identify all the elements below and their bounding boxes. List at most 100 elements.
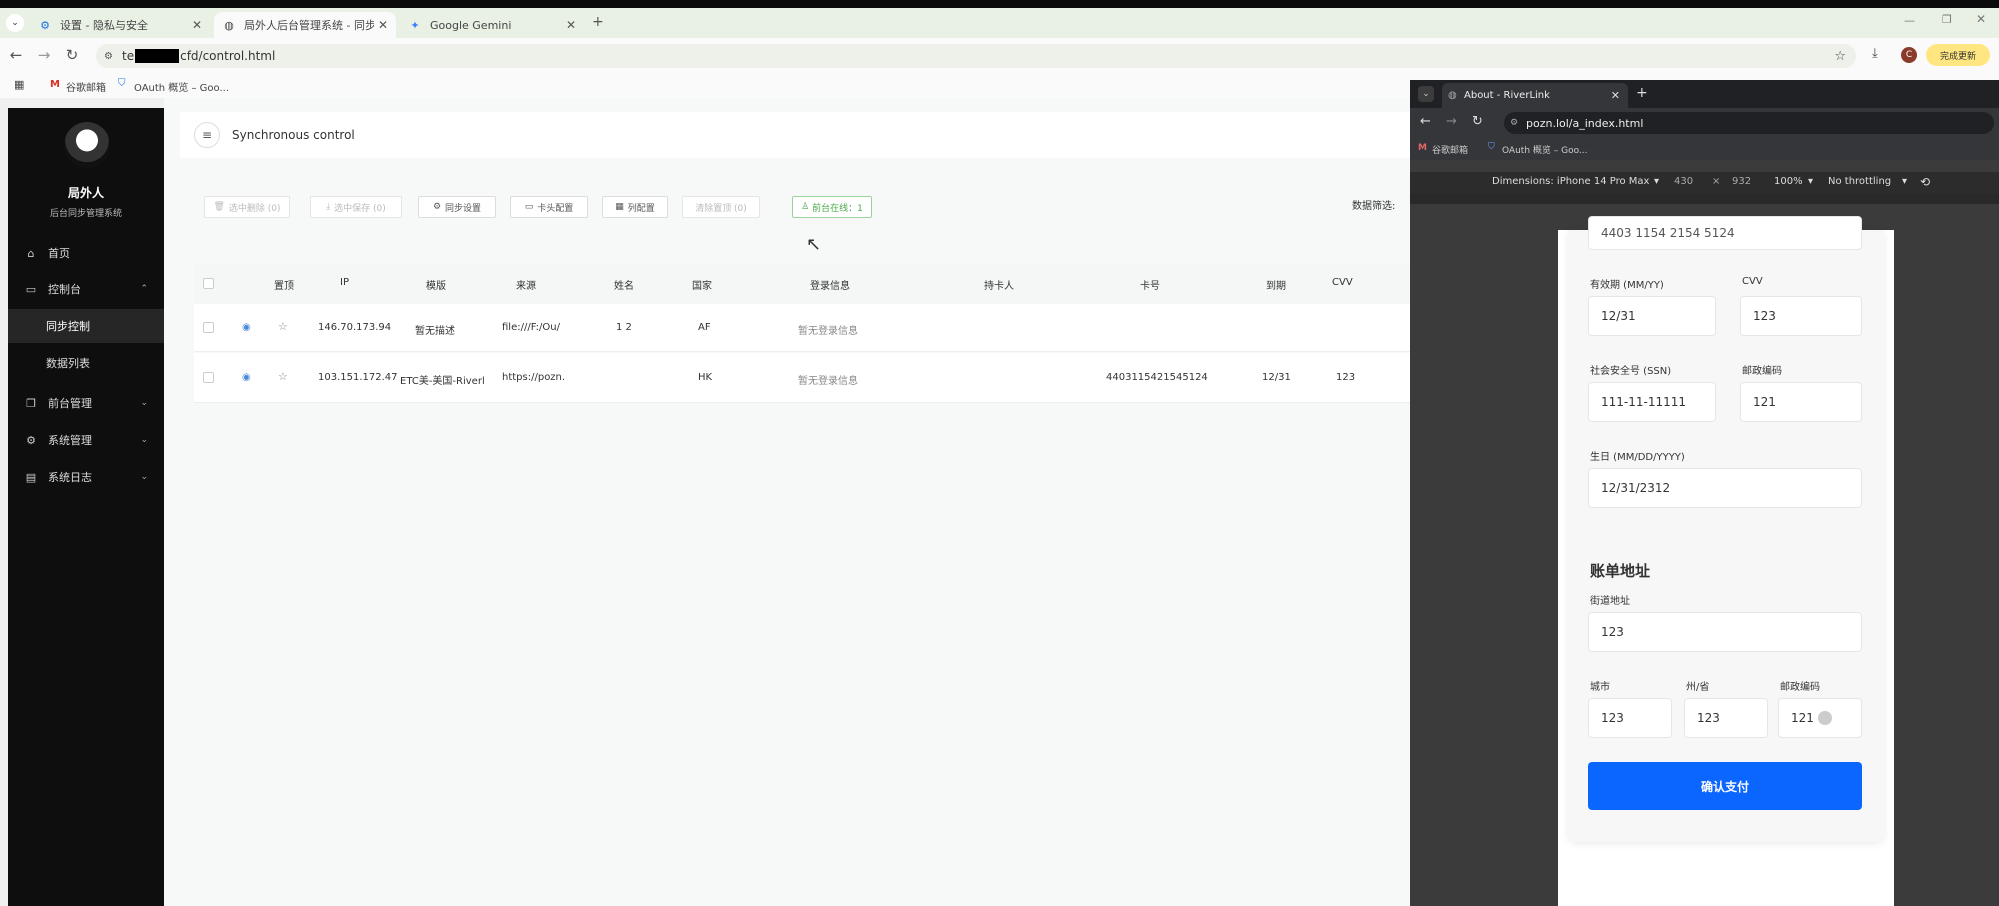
mouse-cursor: ↖ — [806, 234, 822, 255]
home-icon: ⌂ — [27, 246, 35, 260]
column-header: 姓名 — [614, 281, 634, 292]
table-row[interactable]: ◉ ☆ 146.70.173.94 暂无描述 file:///F:/Ou/ 1 … — [194, 304, 1410, 352]
sparkle-icon: ✦ — [410, 18, 420, 32]
address-bar[interactable]: ⚙ te cfd/control.html ☆ — [96, 44, 1856, 68]
tab-admin[interactable]: ◍ 局外人后台管理系统 - 同步控制 ✕ — [214, 12, 396, 38]
secondary-tab-strip: ⌄ ◍ About - RiverLink ✕ + — [1410, 80, 1999, 108]
apps-grid-icon[interactable]: ▦ — [14, 78, 24, 91]
site-info-icon[interactable]: ⚙ — [1510, 118, 1518, 128]
sidebar-item-sync-control[interactable]: 同步控制 — [8, 309, 164, 343]
tab-search-icon[interactable]: ⌄ — [6, 14, 24, 32]
cell-country: AF — [698, 322, 711, 333]
gear-icon: ⚙ — [40, 18, 50, 32]
restore-icon[interactable]: ❐ — [1942, 13, 1952, 26]
minimize-icon[interactable]: — — [1904, 14, 1915, 27]
reload-icon[interactable]: ↻ — [62, 46, 82, 64]
update-button[interactable]: 完成更新 — [1926, 44, 1990, 66]
field-label: 有效期 (MM/YY) — [1590, 280, 1664, 291]
row-checkbox[interactable] — [203, 322, 214, 333]
bookmark-item[interactable]: OAuth 概览 – Goo... — [1502, 143, 1588, 156]
confirm-payment-button[interactable]: 确认支付 — [1588, 762, 1862, 810]
back-icon[interactable]: ← — [6, 46, 26, 64]
tab-gemini[interactable]: ✦ Google Gemini ✕ — [400, 12, 584, 38]
shield-icon: ⛉ — [1488, 142, 1495, 152]
button-label: 同步设置 — [445, 203, 482, 214]
bookmark-item[interactable]: 谷歌邮箱 — [66, 79, 106, 94]
main-content: ≡ Synchronous control — [164, 98, 1410, 906]
close-icon[interactable]: ✕ — [1611, 89, 1620, 102]
close-icon[interactable]: ✕ — [192, 18, 202, 32]
state-input[interactable]: 123 — [1684, 698, 1768, 738]
width-field[interactable]: 430 — [1674, 176, 1693, 187]
input-value: 121 — [1791, 711, 1814, 725]
table-row[interactable]: ◉ ☆ 103.151.172.47 ETC美-美国-Riverl https:… — [194, 353, 1410, 403]
sidebar-item-home[interactable]: ⌂ 首页 — [8, 236, 164, 270]
new-tab-icon[interactable]: + — [592, 14, 604, 30]
tab-search-icon[interactable]: ⌄ — [1418, 86, 1434, 102]
sync-settings-button[interactable]: ⚙ 同步设置 — [418, 196, 496, 218]
height-field[interactable]: 932 — [1732, 176, 1751, 187]
star-icon[interactable]: ☆ — [278, 320, 288, 333]
secondary-browser-window: ⌄ ◍ About - RiverLink ✕ + ← → ↻ ⚙ pozn.l… — [1410, 80, 1999, 906]
url-text: pozn.lol/a_index.html — [1526, 116, 1644, 130]
sidebar-item-data-list[interactable]: 数据列表 — [8, 346, 164, 380]
expiry-input[interactable]: 12/31 — [1588, 296, 1716, 336]
tab-settings[interactable]: ⚙ 设置 - 隐私与安全 ✕ — [30, 12, 210, 38]
bookmark-item[interactable]: OAuth 概览 – Goo... — [134, 79, 229, 94]
bookmark-star-icon[interactable]: ☆ — [1834, 49, 1846, 64]
zip2-input[interactable]: 121 — [1778, 698, 1862, 738]
column-config-button[interactable]: ▦ 列配置 — [602, 196, 668, 218]
zip-input[interactable]: 121 — [1740, 382, 1862, 422]
eye-icon[interactable]: ◉ — [242, 322, 251, 333]
field-label: 州/省 — [1686, 682, 1710, 693]
close-window-icon[interactable]: ✕ — [1976, 12, 1986, 26]
site-info-icon[interactable]: ⚙ — [104, 51, 113, 62]
globe-icon: ◍ — [1448, 90, 1457, 101]
sidebar-item-logs[interactable]: ▤ 系统日志 ⌄ — [8, 460, 164, 494]
table-header: 置顶 IP 模版 来源 姓名 国家 登录信息 持卡人 卡号 到期 CVV — [194, 264, 1410, 304]
back-icon[interactable]: ← — [1420, 114, 1431, 129]
row-checkbox[interactable] — [203, 372, 214, 383]
card-config-button[interactable]: ▭ 卡头配置 — [510, 196, 588, 218]
sidebar-item-frontend[interactable]: ❐ 前台管理 ⌄ — [8, 386, 164, 420]
eye-icon[interactable]: ◉ — [242, 372, 251, 383]
card-number-input[interactable]: 4403 1154 2154 5124 — [1588, 216, 1862, 250]
secondary-address-bar[interactable]: ⚙ pozn.lol/a_index.html — [1504, 112, 1994, 134]
delete-selected-button[interactable]: 🗑 选中删除 (0) — [204, 196, 290, 218]
select-all-checkbox[interactable] — [203, 278, 214, 289]
gear-icon: ⚙ — [26, 433, 36, 447]
column-header: 国家 — [692, 281, 712, 292]
street-input[interactable]: 123 — [1588, 612, 1862, 652]
trash-icon: 🗑 — [213, 202, 225, 212]
tab-label: Google Gemini — [430, 18, 512, 32]
save-selected-button[interactable]: ⤓ 选中保存 (0) — [310, 196, 402, 218]
star-icon[interactable]: ☆ — [278, 370, 288, 383]
city-input[interactable]: 123 — [1588, 698, 1672, 738]
sidebar-item-label: 首页 — [48, 247, 70, 260]
device-ruler — [1410, 194, 1999, 204]
reload-icon[interactable]: ↻ — [1472, 114, 1483, 129]
cvv-input[interactable]: 123 — [1740, 296, 1862, 336]
device-select[interactable]: Dimensions: iPhone 14 Pro Max — [1492, 176, 1649, 187]
dob-input[interactable]: 12/31/2312 — [1588, 468, 1862, 508]
sidebar-item-console[interactable]: ▭ 控制台 ⌃ — [8, 272, 164, 306]
forward-icon[interactable]: → — [34, 46, 54, 64]
menu-toggle-icon[interactable]: ≡ — [194, 122, 220, 148]
clear-pinned-button[interactable]: 清除置顶 (0) — [682, 196, 760, 218]
forward-icon[interactable]: → — [1446, 114, 1457, 129]
chevron-down-icon: ⌄ — [140, 398, 148, 408]
rotate-icon[interactable]: ⟲ — [1920, 175, 1930, 189]
sidebar-item-label: 系统日志 — [48, 471, 92, 484]
zoom-select[interactable]: 100% — [1774, 176, 1803, 187]
sidebar-item-system[interactable]: ⚙ 系统管理 ⌄ — [8, 423, 164, 457]
ssn-input[interactable]: 111-11-11111 — [1588, 382, 1716, 422]
new-tab-icon[interactable]: + — [1636, 85, 1648, 101]
profile-avatar[interactable]: C — [1901, 47, 1917, 63]
tab-riverlink[interactable]: ◍ About - RiverLink ✕ — [1442, 83, 1628, 108]
close-icon[interactable]: ✕ — [378, 18, 388, 32]
download-icon[interactable]: ⤓ — [1872, 46, 1878, 61]
close-icon[interactable]: ✕ — [566, 18, 576, 32]
secondary-toolbar: ← → ↻ ⚙ pozn.lol/a_index.html — [1410, 108, 1999, 138]
bookmark-item[interactable]: 谷歌邮箱 — [1432, 143, 1468, 156]
throttle-select[interactable]: No throttling — [1828, 176, 1891, 187]
